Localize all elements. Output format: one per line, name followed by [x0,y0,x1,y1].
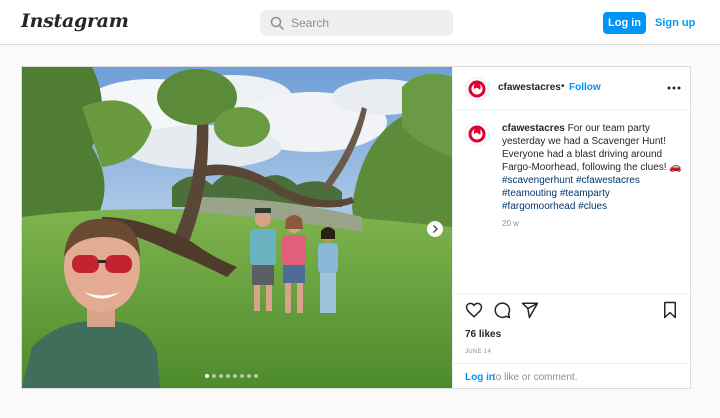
comment-icon[interactable] [493,301,511,319]
cfa-logo-icon [468,125,486,143]
post-caption: cfawestacres For our team party yesterda… [502,122,684,213]
signup-link[interactable]: Sign up [655,12,695,34]
search-icon [270,16,284,30]
likes-count[interactable]: 76 likes [465,329,501,340]
login-prompt: Log in to like or comment. [453,363,691,388]
avatar[interactable] [465,122,489,146]
search-placeholder: Search [291,16,330,30]
search-box[interactable]: Search [260,10,453,36]
cfa-logo-icon [468,80,486,98]
carousel-indicator [205,374,275,380]
post-sidebar: cfawestacres • Follow cfawestacres For o… [452,67,691,388]
caption-timestamp: 20 w [502,219,519,228]
login-button[interactable]: Log in [603,12,646,34]
post-header: cfawestacres • Follow [453,67,691,110]
carousel-dot [219,374,223,378]
avatar[interactable] [465,77,489,101]
post-card: cfawestacres • Follow cfawestacres For o… [21,66,691,389]
carousel-dot [226,374,230,378]
carousel-dot [212,374,216,378]
action-bar [453,293,691,329]
separator-dot: • [561,81,565,92]
carousel-dot [240,374,244,378]
caption-username[interactable]: cfawestacres [502,123,565,134]
hashtag[interactable]: #teamparty [560,188,610,199]
post-date: JUNE 14 [465,349,492,355]
share-icon[interactable] [521,301,539,319]
carousel-dot [247,374,251,378]
top-navigation-bar: Instagram Search Log in Sign up [0,0,720,45]
car-emoji: 🚗 [669,162,682,173]
carousel-dot [233,374,237,378]
follow-button[interactable]: Follow [569,82,601,93]
more-icon[interactable] [667,86,681,90]
login-link[interactable]: Log in [465,372,495,383]
hashtag[interactable]: #cfawestacres [576,175,640,186]
carousel-dot [205,374,209,378]
hashtag[interactable]: #fargomoorhead [502,201,575,212]
bookmark-icon[interactable] [661,301,679,319]
post-photo-image [22,67,452,388]
hashtag[interactable]: #teamouting [502,188,557,199]
post-username[interactable]: cfawestacres [498,82,561,93]
hashtag[interactable]: #scavengerhunt [502,175,573,186]
carousel-dot [254,374,258,378]
hashtag[interactable]: #clues [578,201,607,212]
instagram-logo[interactable]: Instagram [21,10,129,32]
heart-icon[interactable] [465,301,483,319]
post-photo[interactable] [22,67,452,388]
chevron-right-icon[interactable] [427,221,443,237]
login-prompt-text: to like or comment. [493,372,578,383]
